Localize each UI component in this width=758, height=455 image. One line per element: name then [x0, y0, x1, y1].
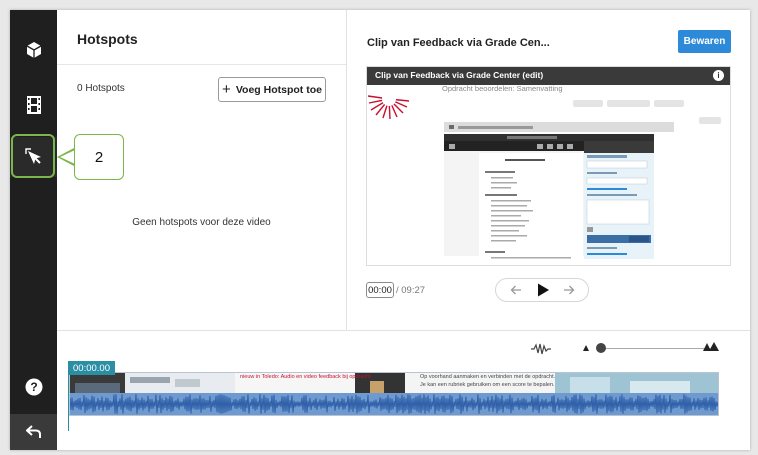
save-button[interactable]: Bewaren — [678, 30, 731, 53]
film-strip-icon — [26, 96, 41, 114]
forward-arrow-icon[interactable] — [563, 284, 575, 296]
back-button[interactable] — [10, 414, 57, 450]
plus-icon: + — [222, 81, 231, 98]
zoom-slider[interactable] — [600, 348, 710, 349]
timeline: nieuw in Toledo: Audio en video feedback… — [57, 330, 750, 451]
timeline-clip-track[interactable]: nieuw in Toledo: Audio en video feedback… — [69, 372, 719, 416]
empty-message: Geen hotspots voor deze video — [132, 217, 271, 228]
help-button[interactable]: ? — [10, 367, 57, 407]
panel-title: Hotspots — [77, 31, 138, 47]
svg-text:?: ? — [30, 380, 37, 394]
cube-icon — [26, 42, 41, 58]
zoom-slider-thumb[interactable] — [596, 343, 606, 353]
divider — [57, 64, 346, 65]
player-title: Clip van Feedback via Grade Center (edit… — [375, 70, 544, 80]
info-icon[interactable]: i — [713, 70, 724, 81]
play-icon[interactable] — [537, 283, 550, 297]
total-time: / 09:27 — [396, 285, 426, 296]
current-time-field[interactable]: 00:00 — [366, 282, 394, 298]
transport-controls — [495, 278, 589, 302]
audio-waveform — [70, 393, 718, 415]
zoom-in-icon[interactable] — [703, 342, 719, 352]
sidebar: ? — [10, 10, 57, 450]
hotspots-panel: Hotspots 0 Hotspots + Voeg Hotspot toe G… — [57, 10, 347, 330]
video-frame-content — [444, 100, 721, 263]
video-title: Clip van Feedback via Grade Cen... — [367, 37, 550, 49]
hotspot-count: 0 Hotspots — [77, 83, 125, 94]
add-hotspot-label: Voeg Hotspot toe — [235, 83, 322, 96]
clip-text-3: Je kan een rubriek gebruiken om een scor… — [420, 382, 555, 388]
add-hotspot-button[interactable]: + Voeg Hotspot toe — [218, 77, 326, 102]
playhead-time-label[interactable]: 00:00.00 — [68, 361, 115, 375]
editor-window: ? 2 Hotspots 0 Hotspots + Voeg Hotspot t… — [10, 10, 750, 450]
hotspots-highlight-frame — [11, 134, 55, 178]
help-icon: ? — [25, 378, 42, 396]
waveform-icon[interactable] — [531, 343, 551, 355]
rewind-arrow-icon[interactable] — [510, 284, 522, 296]
sidebar-item-clips[interactable] — [10, 85, 57, 125]
clip-text-1: nieuw in Toledo: Audio en video feedback… — [240, 374, 371, 380]
video-panel: Clip van Feedback via Grade Cen... Bewar… — [347, 10, 750, 330]
back-arrow-icon — [25, 425, 41, 438]
player-titlebar: Clip van Feedback via Grade Center (edit… — [367, 67, 730, 85]
playhead[interactable] — [68, 375, 69, 431]
player-controls: 00:00 / 09:27 — [366, 278, 731, 304]
zoom-out-icon[interactable] — [583, 345, 589, 351]
video-preview[interactable]: Opdracht beoordelen: Samenvatting Clip v… — [366, 66, 731, 266]
clip-text-2: Op voorhand aanmaken en verbinden met de… — [420, 374, 556, 380]
sidebar-item-media[interactable] — [10, 30, 57, 70]
